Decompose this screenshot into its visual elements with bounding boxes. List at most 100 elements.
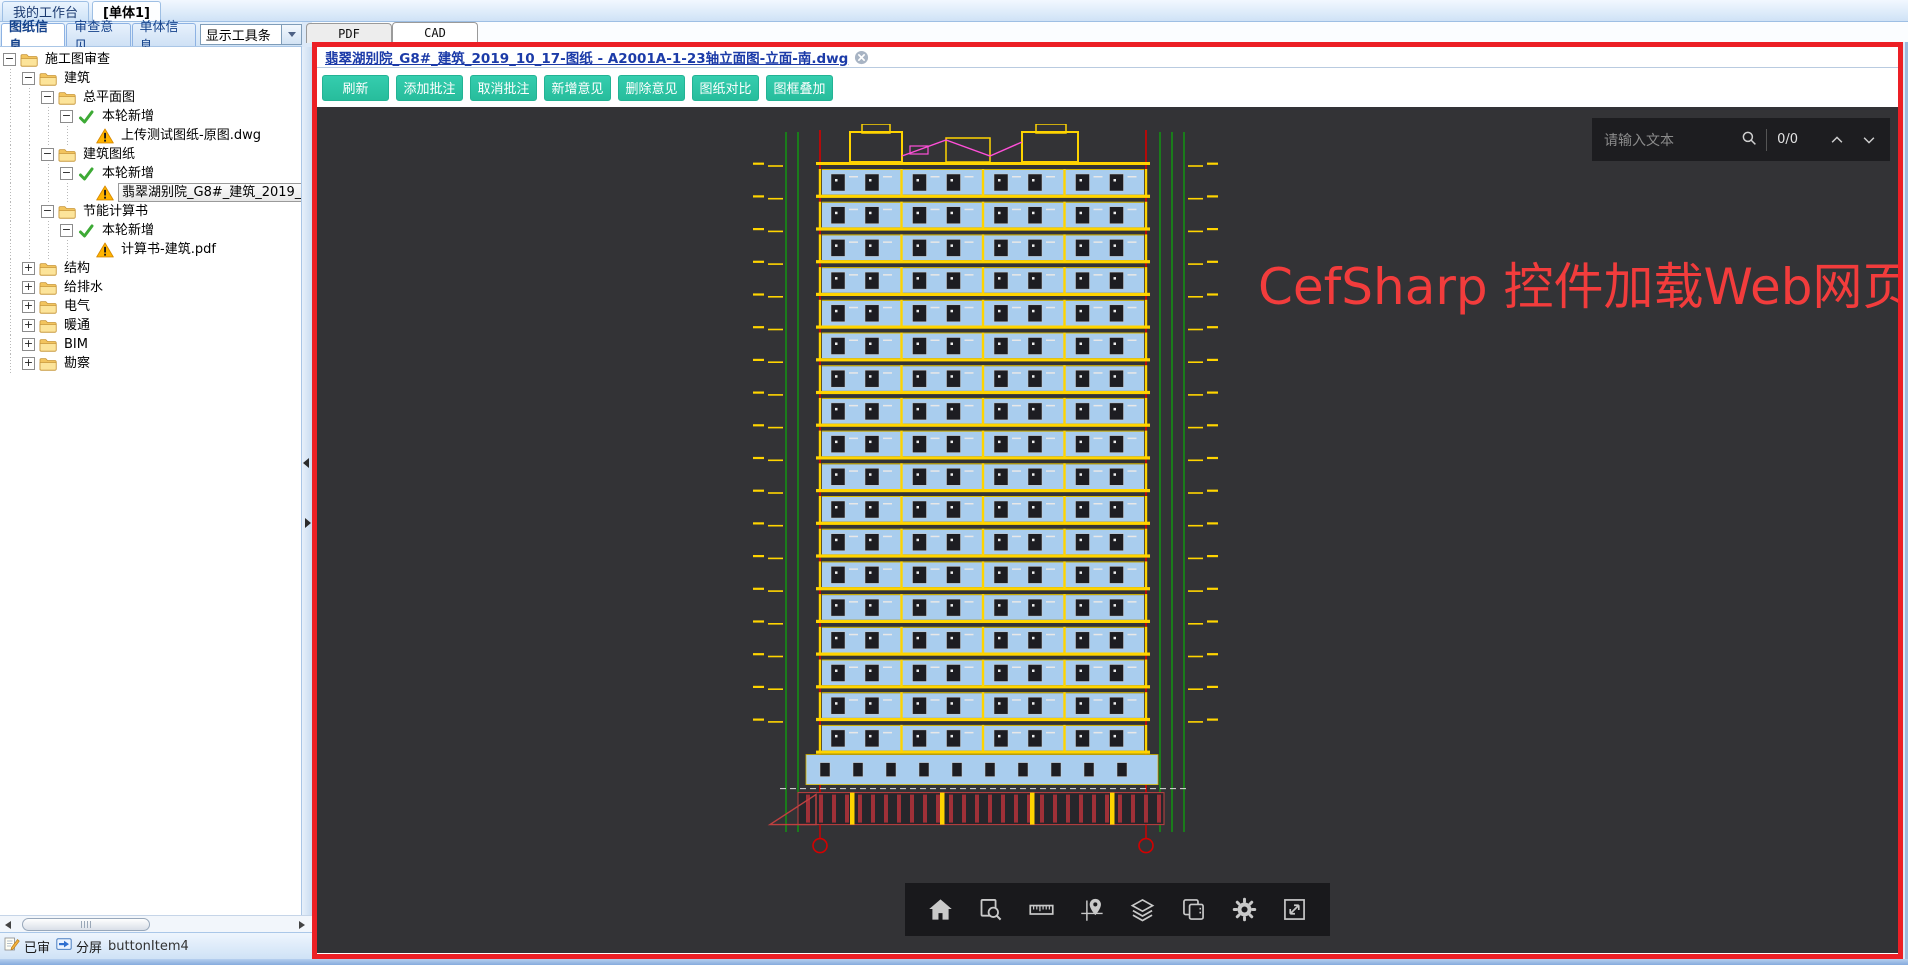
tree-item[interactable]: + 勘察 [0, 354, 301, 373]
collapse-toggle[interactable]: − [60, 224, 73, 237]
folder-icon [39, 280, 57, 296]
tree-item-label: 结构 [64, 261, 91, 276]
tree-item[interactable]: + 暖通 [0, 316, 301, 335]
action-button-3[interactable]: 取消批注 [470, 74, 537, 101]
frames-icon[interactable] [1180, 896, 1207, 923]
zoom-area-icon[interactable] [977, 896, 1004, 923]
panel-tab-2[interactable]: 审查意见 [66, 20, 131, 54]
document-tab[interactable]: 翡翠湖别院_G8#_建筑_2019_10_17-图纸 - A2001A-1-23… [317, 47, 1898, 68]
viewer-bottom-toolbar [905, 883, 1330, 936]
collapse-toggle[interactable]: − [60, 110, 73, 123]
tree-item[interactable]: − 总平面图 [0, 88, 301, 107]
cad-viewer[interactable]: CefSharp 控件加载Web网页 请输入文本 0/0 [317, 107, 1898, 953]
file-tree: − 施工图审查 − 建筑 − 总平面图 − 本轮新增 上传测试图纸-原图.dwg − 建筑图纸 − 本轮… [0, 47, 302, 915]
tree-item[interactable]: 翡翠湖别院_G8#_建筑_2019_10_17 [0, 183, 301, 202]
expand-toggle[interactable]: + [22, 300, 35, 313]
tree-horizontal-scrollbar[interactable] [0, 915, 312, 932]
action-toolbar: 刷新 添加批注 取消批注 新增意见 删除意见 图纸对比 图框叠加 [317, 68, 1898, 107]
tree-item-label: 本轮新增 [102, 166, 155, 181]
search-icon[interactable] [1740, 129, 1758, 151]
search-result-counter: 0/0 [1777, 132, 1798, 147]
reviewed-icon [4, 936, 20, 956]
home-icon[interactable] [927, 896, 954, 923]
layers-icon[interactable] [1129, 896, 1156, 923]
panel-splitter[interactable] [302, 47, 312, 915]
viewer-tab-cad[interactable]: CAD [392, 22, 478, 43]
tree-item[interactable]: + 电气 [0, 297, 301, 316]
toolbar-combo[interactable]: 显示工具条 [199, 24, 302, 45]
tree-item-label: 节能计算书 [83, 204, 149, 219]
chevron-up-icon[interactable] [1828, 131, 1846, 149]
expand-toggle[interactable]: + [22, 319, 35, 332]
action-button-4[interactable]: 新增意见 [544, 74, 611, 101]
action-button-6[interactable]: 图纸对比 [692, 74, 759, 101]
status-item-分屏[interactable]: 分屏 [56, 936, 102, 956]
tree-item-label: 本轮新增 [102, 223, 155, 238]
folder-icon [39, 318, 57, 334]
expand-toggle[interactable]: + [22, 357, 35, 370]
expand-toggle[interactable]: + [22, 281, 35, 294]
marker-icon[interactable] [1079, 896, 1106, 923]
splitter-collapse-left-button[interactable] [303, 458, 309, 468]
tree-item-label: 勘察 [64, 356, 91, 371]
tree-item[interactable]: + BIM [0, 335, 301, 354]
expand-toggle[interactable]: + [22, 262, 35, 275]
ruler-icon[interactable] [1028, 896, 1055, 923]
scroll-right-button[interactable] [294, 917, 310, 932]
splitter-collapse-right-button[interactable] [305, 518, 311, 528]
tree-item[interactable]: − 建筑 [0, 69, 301, 88]
tree-item[interactable]: + 给排水 [0, 278, 301, 297]
folder-icon [39, 337, 57, 353]
check-icon [77, 109, 95, 125]
tree-item[interactable]: + 结构 [0, 259, 301, 278]
collapse-toggle[interactable]: − [41, 91, 54, 104]
cefsharp-frame: 翡翠湖别院_G8#_建筑_2019_10_17-图纸 - A2001A-1-23… [312, 42, 1903, 959]
tree-item[interactable]: − 建筑图纸 [0, 145, 301, 164]
status-bar: 已审 分屏 buttonItem4 [0, 932, 312, 959]
panel-tab-3[interactable]: 单体信息 [131, 20, 196, 54]
tree-item[interactable]: 计算书-建筑.pdf [0, 240, 301, 259]
collapse-toggle[interactable]: − [41, 148, 54, 161]
action-button-7[interactable]: 图框叠加 [766, 74, 833, 101]
collapse-toggle[interactable]: − [41, 205, 54, 218]
tree-item[interactable]: − 施工图审查 [0, 50, 301, 69]
cad-elevation-drawing[interactable] [750, 124, 1232, 872]
search-widget: 请输入文本 0/0 [1592, 118, 1890, 161]
status-item-label: buttonItem4 [108, 938, 189, 954]
viewer-tab-pdf[interactable]: PDF [306, 23, 392, 43]
viewer-tab-strip [312, 22, 1908, 42]
collapse-toggle[interactable]: − [60, 167, 73, 180]
split-screen-icon [56, 936, 72, 956]
check-icon [77, 166, 95, 182]
scrollbar-thumb[interactable] [22, 918, 150, 931]
tree-item[interactable]: 上传测试图纸-原图.dwg [0, 126, 301, 145]
collapse-toggle[interactable]: − [22, 72, 35, 85]
action-button-1[interactable]: 刷新 [322, 74, 389, 101]
tree-item-label: 总平面图 [83, 90, 136, 105]
viewer-tabs: PDF CAD [306, 22, 478, 43]
status-item-label: 已审 [24, 940, 51, 956]
action-button-5[interactable]: 删除意见 [618, 74, 685, 101]
chevron-down-icon[interactable] [1860, 131, 1878, 149]
tree-item-label: 施工图审查 [45, 52, 111, 67]
collapse-toggle[interactable]: − [3, 53, 16, 66]
tree-item[interactable]: − 节能计算书 [0, 202, 301, 221]
fullscreen-icon[interactable] [1281, 896, 1308, 923]
status-item-buttonItem4[interactable]: buttonItem4 [108, 939, 189, 954]
folder-icon [39, 71, 57, 87]
search-input[interactable]: 请输入文本 [1604, 130, 1740, 150]
action-button-2[interactable]: 添加批注 [396, 74, 463, 101]
chevron-down-icon [287, 32, 296, 37]
expand-toggle[interactable]: + [22, 338, 35, 351]
tree-item-label: 计算书-建筑.pdf [121, 242, 216, 257]
tree-item[interactable]: − 本轮新增 [0, 221, 301, 240]
settings-icon[interactable] [1231, 896, 1258, 923]
status-item-已审[interactable]: 已审 [4, 936, 50, 956]
panel-tab-1[interactable]: 图纸信息 [1, 20, 66, 54]
document-tab-title: 翡翠湖别院_G8#_建筑_2019_10_17-图纸 - A2001A-1-23… [325, 51, 849, 67]
tree-item[interactable]: − 本轮新增 [0, 164, 301, 183]
scroll-left-button[interactable] [0, 917, 16, 932]
close-icon[interactable] [854, 50, 869, 65]
combo-dropdown-button[interactable] [281, 25, 301, 44]
tree-item[interactable]: − 本轮新增 [0, 107, 301, 126]
